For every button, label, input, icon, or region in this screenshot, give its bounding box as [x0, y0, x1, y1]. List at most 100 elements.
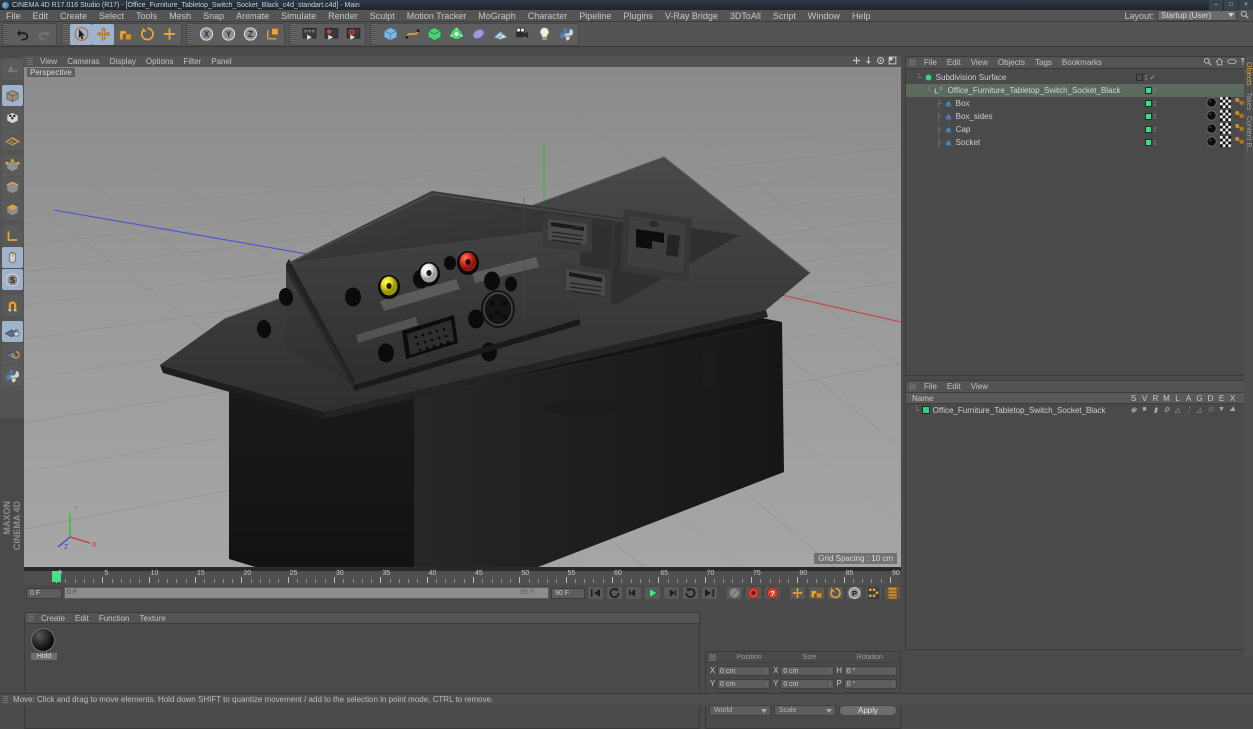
spinner-icon[interactable]: ↕	[765, 681, 768, 690]
uvw-tag[interactable]	[1220, 136, 1231, 149]
goto-start-button[interactable]	[587, 586, 604, 600]
layout-dropdown[interactable]: Startup (User)	[1157, 10, 1237, 21]
visibility-dot-column[interactable]	[1154, 114, 1156, 119]
structure-column-d[interactable]: D	[1205, 394, 1216, 403]
menu-item-script[interactable]: Script	[767, 10, 802, 22]
toolbar-grip[interactable]	[372, 24, 377, 44]
panel-grip[interactable]	[3, 695, 8, 704]
record-keyframe-button[interactable]	[745, 586, 762, 600]
coordinate-system-dropdown[interactable]: World	[709, 705, 771, 716]
coord-input-rotation-p[interactable]: 0 ° ↕	[843, 678, 897, 690]
minimize-button[interactable]: –	[1209, 0, 1223, 10]
tool-enable-axis-button[interactable]	[1, 247, 23, 268]
spinner-icon[interactable]: ↕	[892, 668, 895, 677]
structure-column-l[interactable]: L	[1172, 394, 1183, 403]
max-frame-input[interactable]: 90 F	[551, 587, 585, 599]
visibility-toggle[interactable]	[1145, 139, 1152, 146]
coord-input-position-y[interactable]: 0 cm ↕	[717, 678, 771, 690]
panel-grip[interactable]	[28, 614, 34, 622]
menu-item-animate[interactable]: Animate	[230, 10, 275, 22]
object-manager-menu-objects[interactable]: Objects	[993, 58, 1030, 67]
tool-viewport-solo-button[interactable]: S	[1, 269, 23, 290]
key-param-button[interactable]: P	[846, 586, 863, 600]
search-icon[interactable]	[1240, 10, 1249, 21]
panel-grip[interactable]	[27, 57, 33, 66]
key-pla-button[interactable]	[865, 586, 882, 600]
visibility-dots[interactable]: ✓	[1136, 73, 1156, 82]
maximize-view-icon[interactable]	[888, 56, 897, 67]
menu-item-3dtoall[interactable]: 3DToAll	[724, 10, 767, 22]
axis-button[interactable]	[158, 24, 180, 45]
move-view-icon[interactable]	[852, 56, 861, 67]
structure-menu-view[interactable]: View	[966, 382, 993, 391]
redo-button[interactable]	[33, 24, 55, 45]
play-button[interactable]	[644, 586, 661, 600]
close-button[interactable]: ×	[1239, 0, 1253, 10]
viewport-menu-view[interactable]: View	[35, 57, 62, 66]
autokey-toggle-button[interactable]	[726, 586, 743, 600]
goto-end-loop-button[interactable]	[682, 586, 699, 600]
lock-z-button[interactable]: Z	[239, 24, 261, 45]
structure-column-g[interactable]: G	[1194, 394, 1205, 403]
tree-expand-toggle[interactable]: └	[916, 73, 922, 82]
level-of-detail-button[interactable]	[884, 586, 901, 600]
object-row-office-furniture-tabletop-switch-socket-black[interactable]: └ L 0 Office_Furniture_Tabletop_Switch_Sock…	[906, 84, 1252, 97]
menu-item-mesh[interactable]: Mesh	[163, 10, 197, 22]
material-tag[interactable]	[1206, 136, 1217, 149]
rotate-button[interactable]	[136, 24, 158, 45]
viewport-menu-options[interactable]: Options	[141, 57, 179, 66]
add-camera-button[interactable]	[511, 24, 533, 45]
add-environment-button[interactable]	[467, 24, 489, 45]
coord-input-position-x[interactable]: 0 cm ↕	[717, 665, 771, 676]
menu-item-character[interactable]: Character	[522, 10, 574, 22]
structure-column-e[interactable]: E	[1216, 394, 1227, 403]
apply-button[interactable]: Apply	[839, 705, 897, 716]
timeline-playhead[interactable]	[52, 571, 61, 582]
toolbar-grip[interactable]	[291, 24, 296, 44]
coord-input-size-y[interactable]: 0 cm ↕	[780, 678, 834, 689]
viewport-menu-filter[interactable]: Filter	[178, 57, 206, 66]
object-row-box-sides[interactable]: ├ Box_sides	[906, 110, 1252, 123]
tool-workplane-rotate-button[interactable]	[1, 343, 23, 364]
enabled-check-icon[interactable]: ✓	[1149, 73, 1156, 82]
step-back-button[interactable]	[625, 586, 642, 600]
object-row-subdivision-surface[interactable]: └ Subdivision Surface ✓	[906, 71, 1252, 84]
uvw-tag[interactable]	[1220, 97, 1231, 110]
tree-expand-toggle[interactable]: ├	[936, 125, 942, 134]
timeline-scrubber[interactable]: 0 F 90 F	[64, 587, 549, 599]
visibility-toggle[interactable]	[1145, 126, 1152, 133]
move-button[interactable]	[92, 23, 114, 45]
dock-tab-objects[interactable]: Objects	[1245, 62, 1252, 86]
structure-column-v[interactable]: V	[1139, 394, 1150, 403]
material-preview-sphere[interactable]	[31, 628, 55, 652]
tool-workplane-lock-button[interactable]	[1, 321, 23, 342]
world-coordinate-button[interactable]	[261, 24, 283, 45]
zoom-view-icon[interactable]	[864, 56, 873, 67]
structure-row-flags[interactable]: ◉ ■ ▮ ⚙ △ ⋮ △ ☉ ▼ ⛰	[1128, 406, 1252, 414]
structure-menu-file[interactable]: File	[919, 382, 942, 391]
add-deformer-button[interactable]	[445, 24, 467, 45]
menu-item-tools[interactable]: Tools	[130, 10, 163, 22]
object-row-socket[interactable]: ├ Socket	[906, 136, 1252, 149]
material-tag[interactable]	[1206, 123, 1217, 136]
structure-column-x[interactable]: X	[1227, 394, 1238, 403]
render-region-button[interactable]	[320, 24, 342, 45]
uvw-tag[interactable]	[1220, 110, 1231, 123]
visibility-dot-column[interactable]	[1145, 75, 1148, 80]
material-menu-edit[interactable]: Edit	[70, 614, 94, 623]
panel-grip[interactable]	[909, 383, 916, 390]
lock-x-button[interactable]: X	[195, 24, 217, 45]
toolbar-grip[interactable]	[63, 24, 68, 44]
viewport-menu-display[interactable]: Display	[105, 57, 141, 66]
spinner-icon[interactable]: ↕	[892, 681, 895, 690]
timeline-ruler-panel[interactable]: 051015202530354045505560657075808590	[24, 570, 901, 585]
autokeying-button[interactable]: ?	[764, 586, 781, 600]
add-cube-button[interactable]	[379, 24, 401, 45]
tool-workplane-mode-button[interactable]	[1, 129, 23, 150]
visibility-toggle[interactable]	[1145, 87, 1152, 94]
tree-expand-toggle[interactable]: └	[926, 86, 932, 95]
live-selection-button[interactable]	[70, 23, 92, 45]
dock-tab-content-b-[interactable]: Content B...	[1245, 116, 1252, 153]
eye-icon[interactable]	[1227, 57, 1237, 68]
menu-item-motion-tracker[interactable]: Motion Tracker	[401, 10, 473, 22]
